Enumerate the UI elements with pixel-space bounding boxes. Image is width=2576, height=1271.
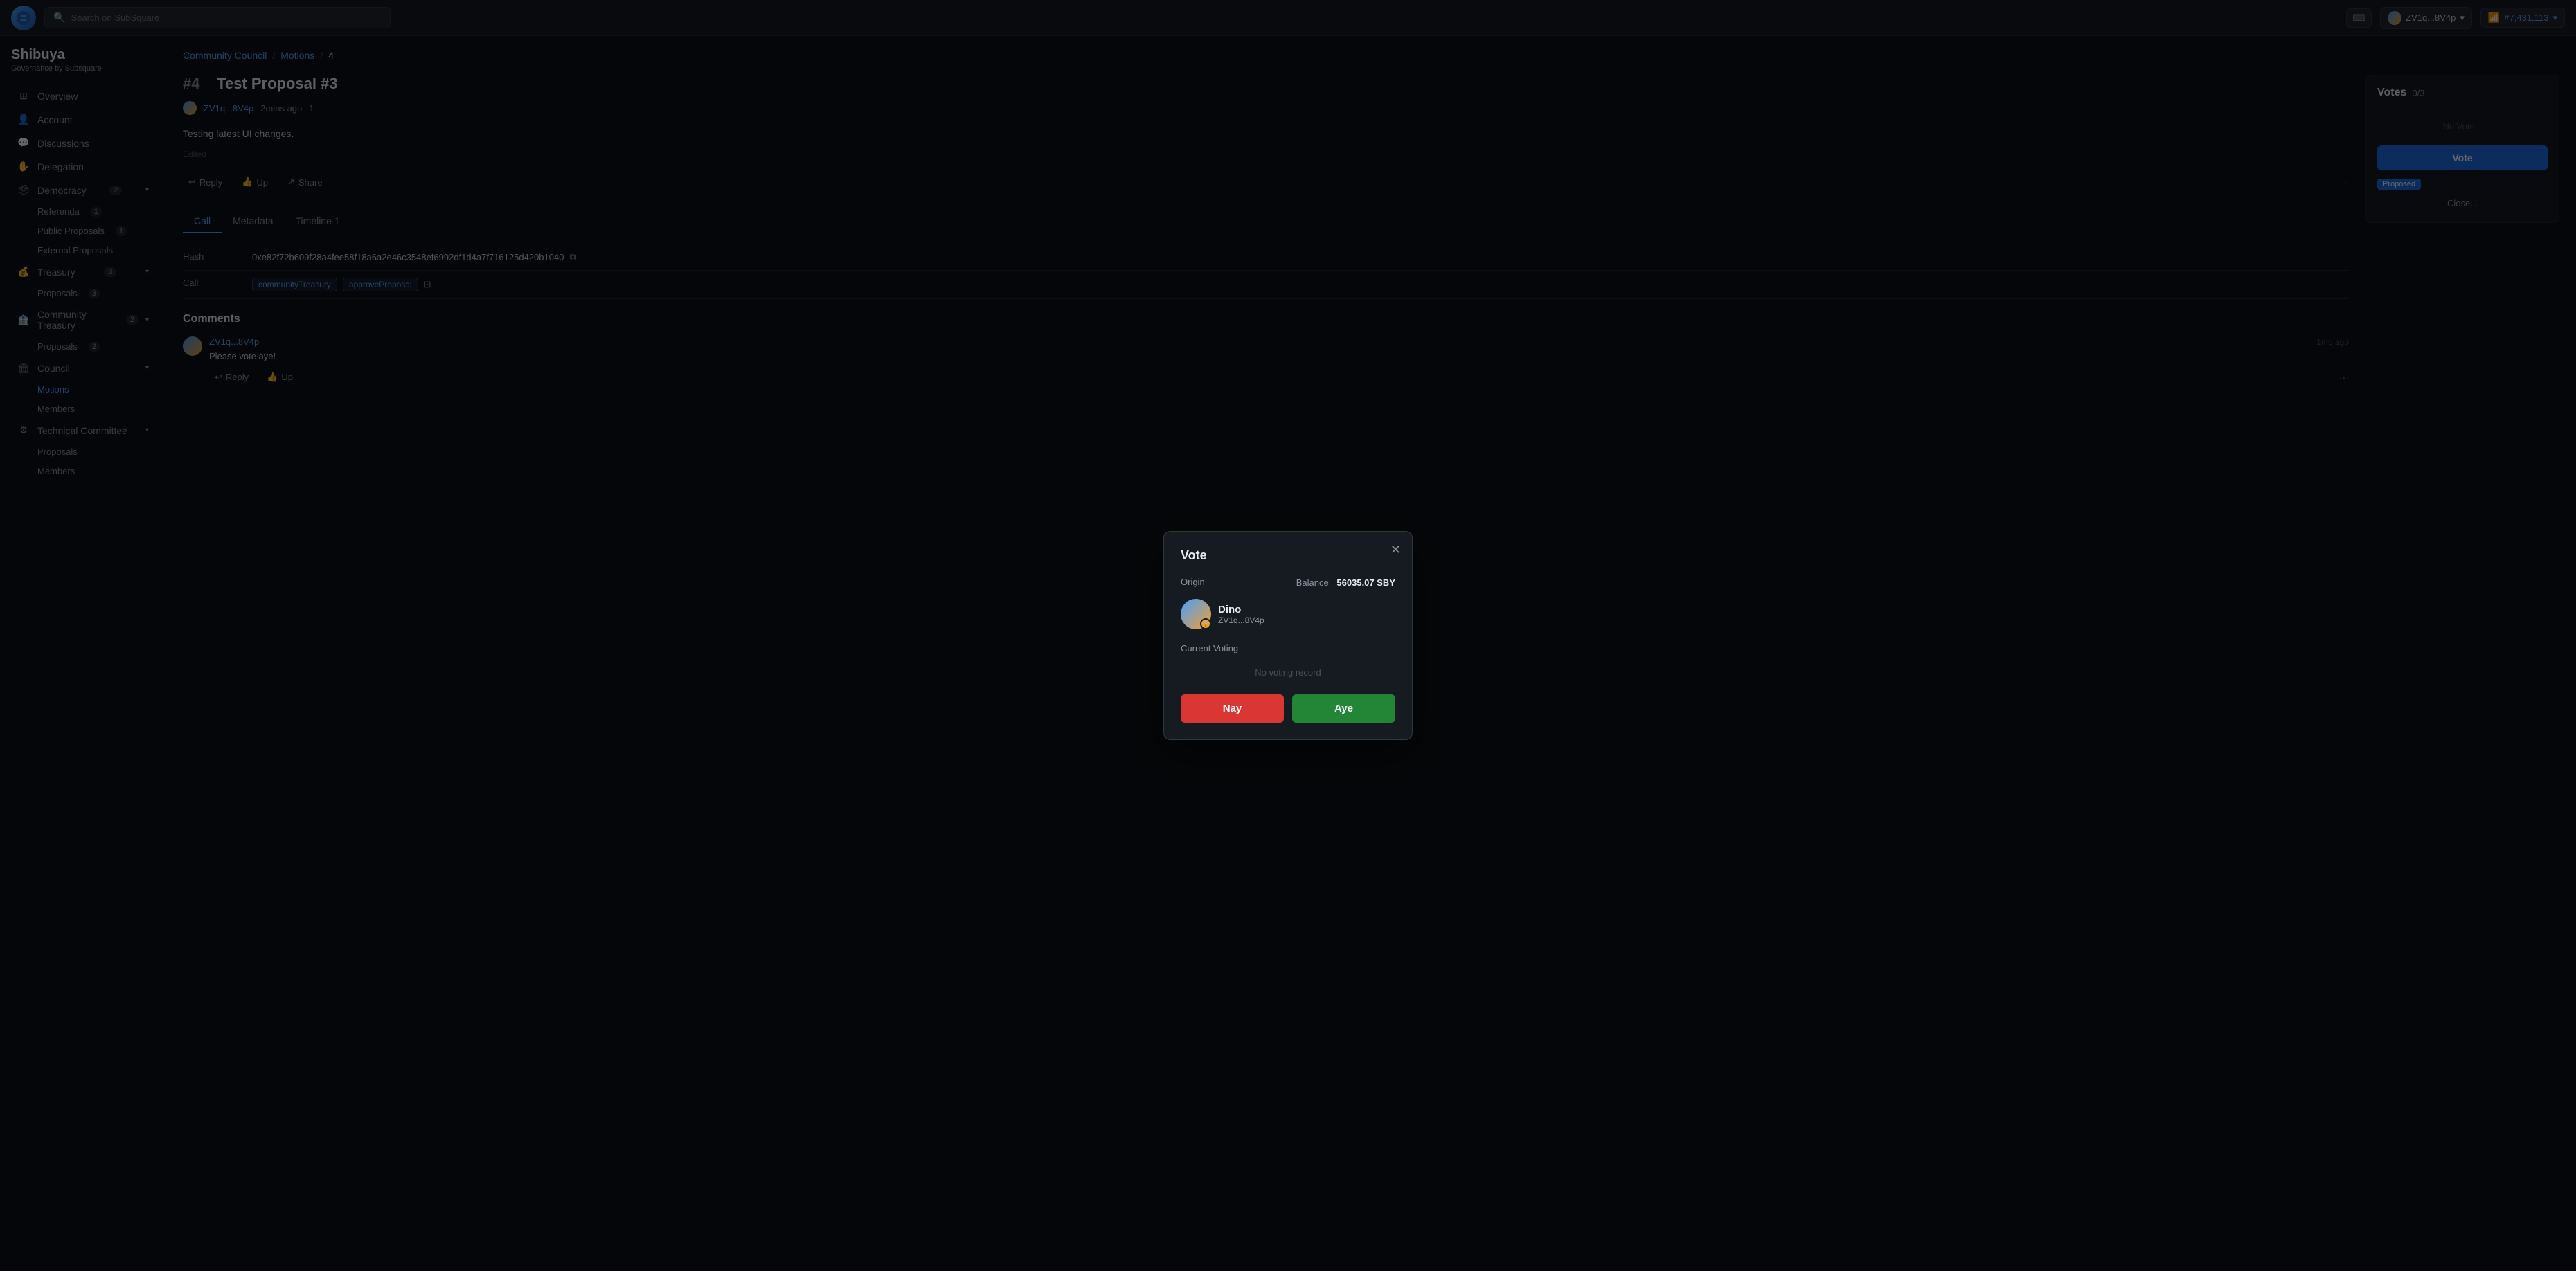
modal-origin-row: Origin Balance 56035.07 SBY <box>1181 577 1395 588</box>
modal-balance-value: 56035.07 SBY <box>1336 577 1395 588</box>
modal-avatar: 🔒 <box>1181 599 1211 629</box>
modal-avatar-badge: 🔒 <box>1200 618 1211 629</box>
aye-button[interactable]: Aye <box>1292 694 1395 723</box>
modal-account-addr: ZV1q...8V4p <box>1218 615 1264 625</box>
modal-origin-label: Origin <box>1181 577 1205 587</box>
modal-account: 🔒 Dino ZV1q...8V4p <box>1181 599 1395 629</box>
modal-current-voting-label: Current Voting <box>1181 643 1395 653</box>
modal-title: Vote <box>1181 548 1395 563</box>
modal-account-info: Dino ZV1q...8V4p <box>1218 604 1264 625</box>
modal-no-voting-record: No voting record <box>1181 662 1395 689</box>
modal-balance-row: Balance 56035.07 SBY <box>1296 577 1395 588</box>
vote-modal: Vote ✕ Origin Balance 56035.07 SBY 🔒 Din… <box>1163 531 1413 740</box>
modal-vote-buttons: Nay Aye <box>1181 694 1395 723</box>
nay-button[interactable]: Nay <box>1181 694 1284 723</box>
modal-account-name: Dino <box>1218 604 1264 615</box>
modal-balance-label: Balance <box>1296 577 1329 588</box>
modal-close-button[interactable]: ✕ <box>1390 543 1401 557</box>
modal-overlay[interactable]: Vote ✕ Origin Balance 56035.07 SBY 🔒 Din… <box>0 0 2576 1271</box>
